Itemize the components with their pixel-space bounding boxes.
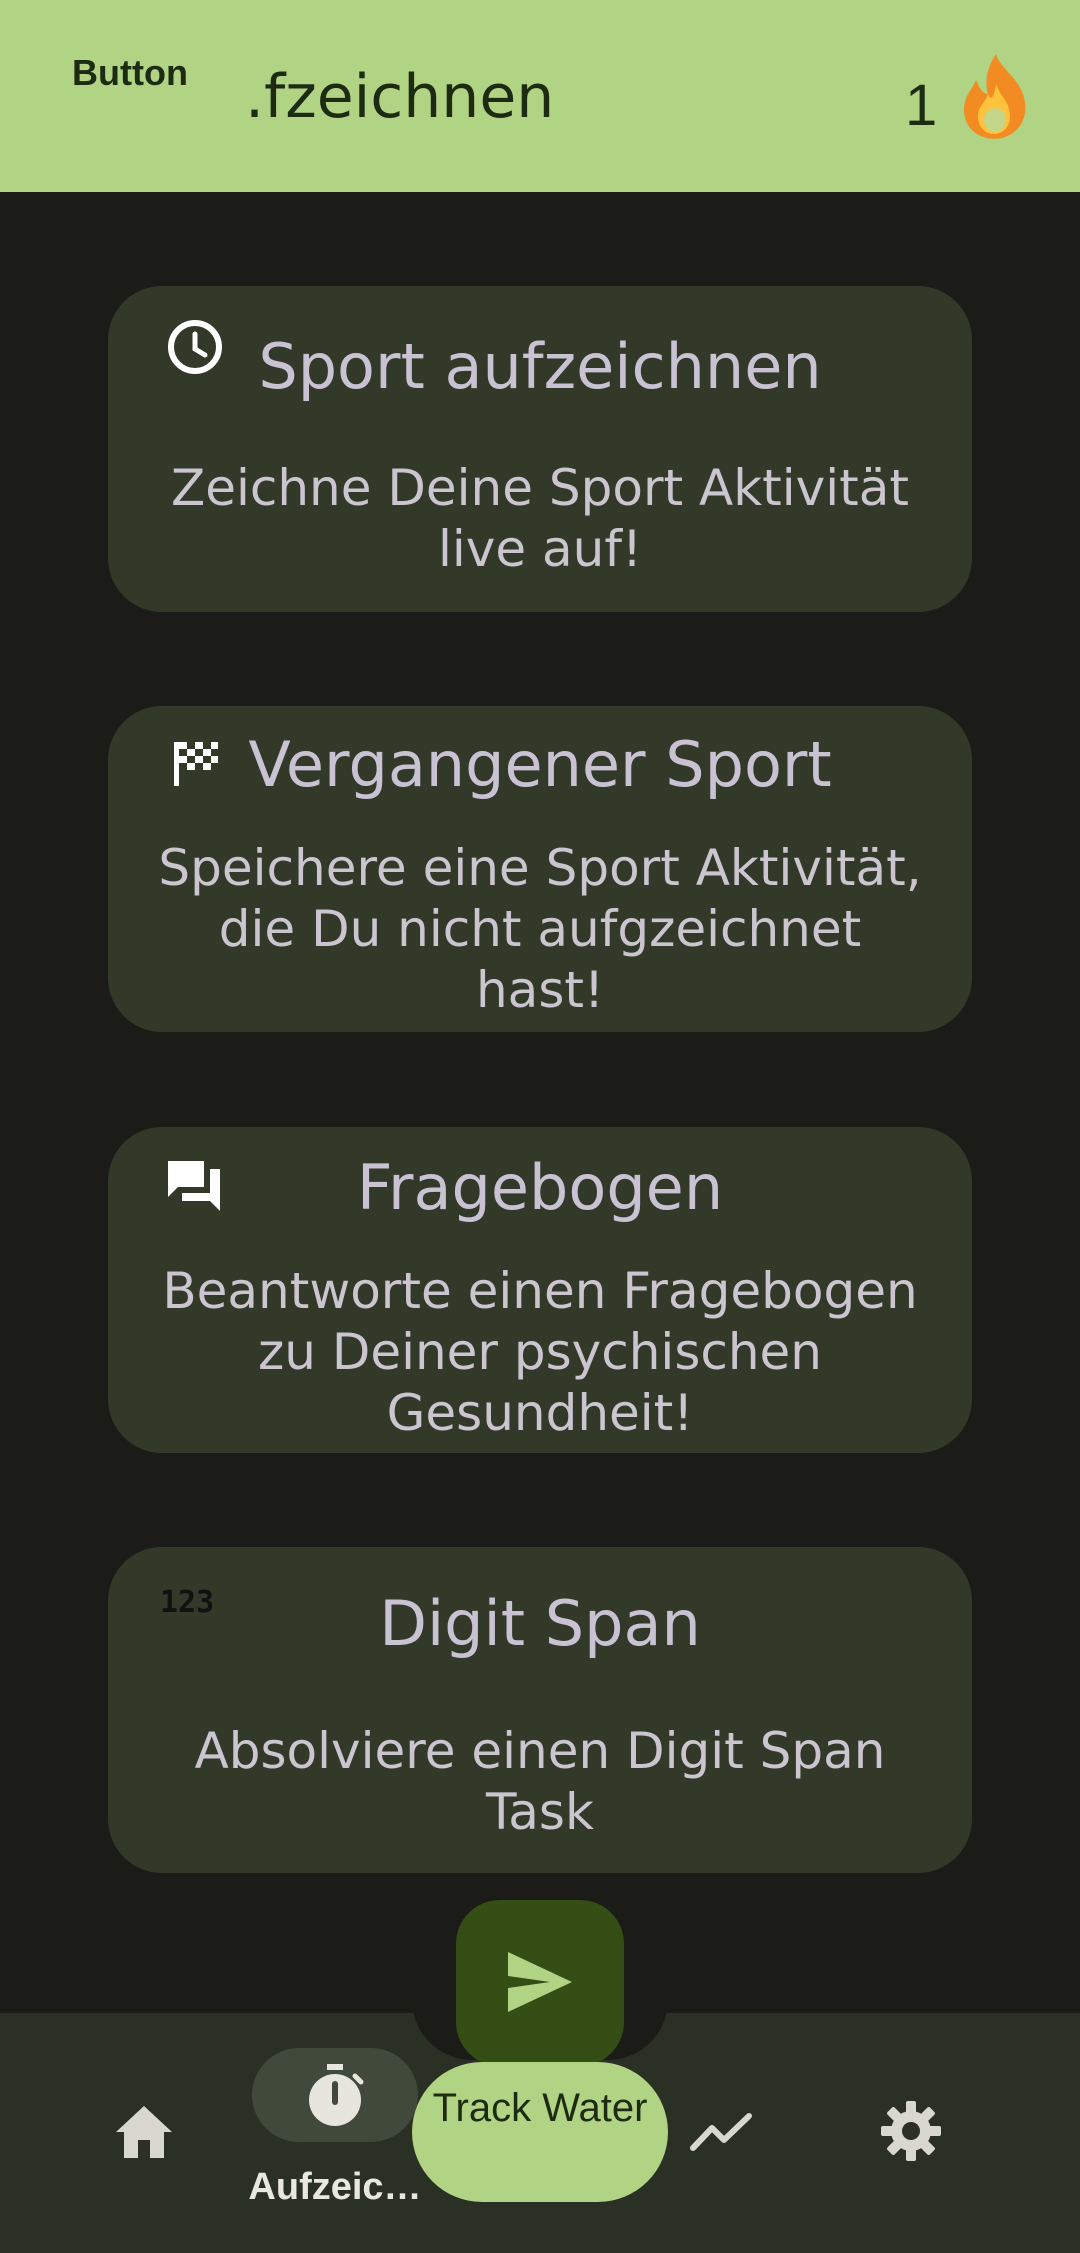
home-icon[interactable] bbox=[114, 2104, 174, 2160]
settings-gear-icon[interactable] bbox=[880, 2100, 942, 2162]
send-icon bbox=[508, 1952, 572, 2012]
card-description: Beantworte einen Fragebogen zu Deiner ps… bbox=[162, 1262, 918, 1442]
track-water-label: Track Water bbox=[432, 2086, 648, 2130]
send-fab-button[interactable] bbox=[456, 1900, 624, 2066]
card-description: Absolviere einen Digit Span Task bbox=[194, 1722, 886, 1841]
top-app-bar: Button .fzeichnen 1 bbox=[0, 0, 1080, 192]
card-title: Fragebogen bbox=[356, 1151, 724, 1224]
card-description: Zeichne Deine Sport Aktivität live auf! bbox=[170, 459, 910, 578]
card-description: Speichere eine Sport Aktivität, die Du n… bbox=[158, 839, 922, 1019]
page-title: .fzeichnen bbox=[245, 62, 555, 132]
card-sport-aufzeichnen[interactable]: Sport aufzeichnen Zeichne Deine Sport Ak… bbox=[108, 286, 972, 612]
nav-label-aufzeichnen: Aufzeic… bbox=[248, 2166, 422, 2208]
streak-count: 1 bbox=[905, 73, 938, 138]
card-vergangener-sport[interactable]: Vergangener Sport Speichere eine Sport A… bbox=[108, 706, 972, 1032]
card-fragebogen[interactable]: Fragebogen Beantworte einen Fragebogen z… bbox=[108, 1127, 972, 1453]
card-title: Digit Span bbox=[379, 1587, 701, 1660]
card-digit-span[interactable]: 123 Digit Span Absolviere einen Digit Sp… bbox=[108, 1547, 972, 1873]
trending-up-icon[interactable] bbox=[690, 2112, 752, 2152]
stopwatch-icon bbox=[309, 2064, 364, 2126]
top-button[interactable]: Button bbox=[72, 52, 188, 94]
track-water-button[interactable]: Track Water bbox=[412, 2062, 668, 2202]
card-title: Sport aufzeichnen bbox=[258, 330, 822, 403]
flame-icon bbox=[964, 54, 1026, 139]
card-title: Vergangener Sport bbox=[248, 728, 832, 801]
